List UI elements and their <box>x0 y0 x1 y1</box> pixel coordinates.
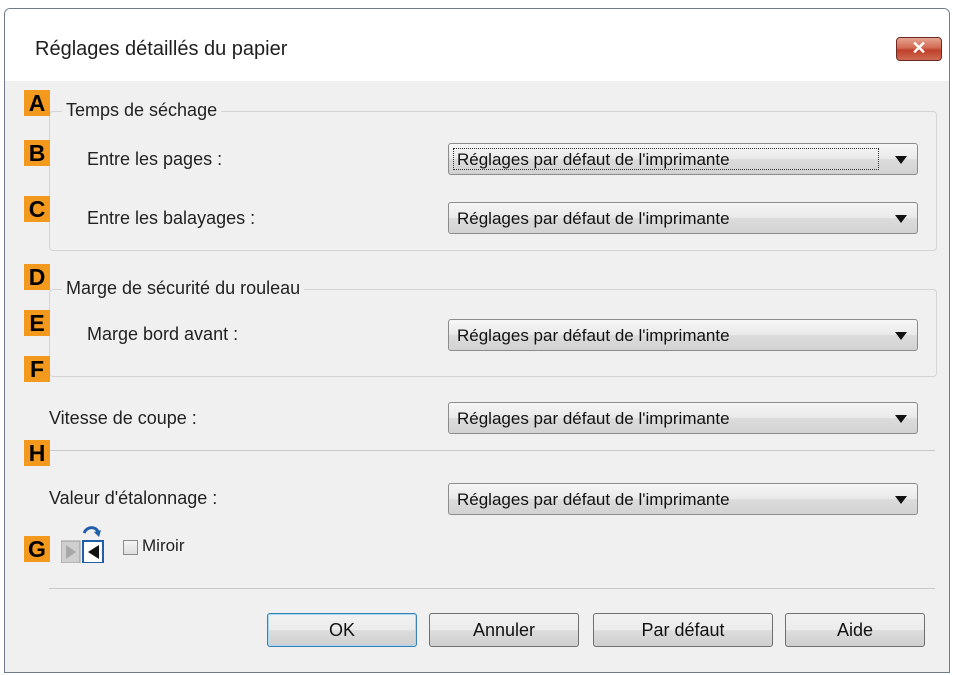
mirror-checkbox[interactable] <box>123 540 138 555</box>
dialog-title: Réglages détaillés du papier <box>35 38 288 60</box>
cut-speed-select[interactable]: Réglages par défaut de l'imprimante <box>448 402 918 434</box>
leading-edge-value: Réglages par défaut de l'imprimante <box>457 326 730 345</box>
ok-button[interactable]: OK <box>267 613 417 647</box>
badge-c: C <box>24 196 50 222</box>
close-button[interactable]: ✕ <box>896 37 942 61</box>
badge-h: H <box>24 440 50 466</box>
badge-g: G <box>24 536 50 562</box>
help-button[interactable]: Aide <box>785 613 925 647</box>
dialog-window: Réglages détaillés du papier ✕ Temps de … <box>4 8 950 673</box>
between-scans-select[interactable]: Réglages par défaut de l'imprimante <box>448 202 918 234</box>
between-pages-select[interactable]: Réglages par défaut de l'imprimante <box>448 143 918 175</box>
calibration-value: Réglages par défaut de l'imprimante <box>457 490 730 509</box>
mirror-label: Miroir <box>142 536 185 555</box>
chevron-down-icon <box>895 415 907 423</box>
chevron-down-icon <box>895 496 907 504</box>
roll-margin-legend: Marge de sécurité du rouleau <box>62 278 305 299</box>
cut-speed-label: Vitesse de coupe : <box>49 408 197 428</box>
mirror-preview-icon <box>60 525 111 564</box>
between-scans-value: Réglages par défaut de l'imprimante <box>457 209 730 228</box>
badge-f: F <box>24 356 50 382</box>
dialog-content: Temps de séchage Entre les pages : Régla… <box>5 81 949 672</box>
drying-time-legend: Temps de séchage <box>62 100 222 121</box>
cancel-button[interactable]: Annuler <box>429 613 579 647</box>
between-pages-label: Entre les pages : <box>87 149 223 169</box>
cut-speed-value: Réglages par défaut de l'imprimante <box>457 409 730 428</box>
separator <box>49 588 935 589</box>
between-scans-label: Entre les balayages : <box>87 208 256 228</box>
leading-edge-select[interactable]: Réglages par défaut de l'imprimante <box>448 319 918 351</box>
badge-e: E <box>24 310 50 336</box>
separator <box>49 450 935 451</box>
badge-d: D <box>24 264 50 290</box>
badge-b: B <box>24 140 50 166</box>
chevron-down-icon <box>895 156 907 164</box>
badge-a: A <box>24 90 50 116</box>
leading-edge-label: Marge bord avant : <box>87 324 239 344</box>
focus-rectangle <box>453 148 879 170</box>
calibration-label: Valeur d'étalonnage : <box>49 488 218 508</box>
close-icon: ✕ <box>911 38 927 58</box>
chevron-down-icon <box>895 215 907 223</box>
chevron-down-icon <box>895 332 907 340</box>
default-button[interactable]: Par défaut <box>593 613 773 647</box>
calibration-select[interactable]: Réglages par défaut de l'imprimante <box>448 483 918 515</box>
title-bar: Réglages détaillés du papier ✕ <box>5 9 949 81</box>
